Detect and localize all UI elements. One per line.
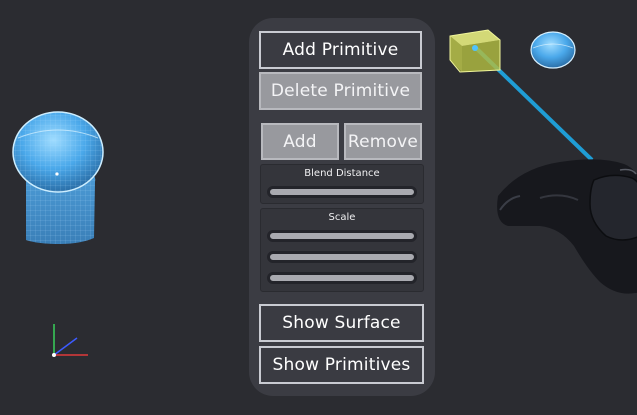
sphere-primitive[interactable] [530,31,576,69]
show-surface-button[interactable]: Show Surface [259,304,424,342]
blended-surface-object[interactable] [12,111,104,244]
scale-x-slider[interactable] [267,230,417,242]
blend-distance-label: Blend Distance [304,168,380,179]
add-button[interactable]: Add [261,123,339,160]
delete-primitive-button[interactable]: Delete Primitive [259,72,422,110]
box-primitive-selected[interactable] [449,29,501,73]
blend-distance-slider[interactable] [267,186,417,198]
vr-controller-icon [497,159,637,294]
scale-z-slider[interactable] [267,272,417,284]
blend-distance-group: Blend Distance [260,164,424,204]
scale-group: Scale [260,208,424,292]
add-primitive-button[interactable]: Add Primitive [259,31,422,69]
remove-button[interactable]: Remove [344,123,422,160]
show-primitives-button[interactable]: Show Primitives [259,346,424,384]
axis-gizmo-icon [52,324,88,357]
primitive-editor-panel: Add Primitive Delete Primitive Add Remov… [249,18,435,396]
scale-label: Scale [328,212,356,223]
scale-y-slider[interactable] [267,251,417,263]
